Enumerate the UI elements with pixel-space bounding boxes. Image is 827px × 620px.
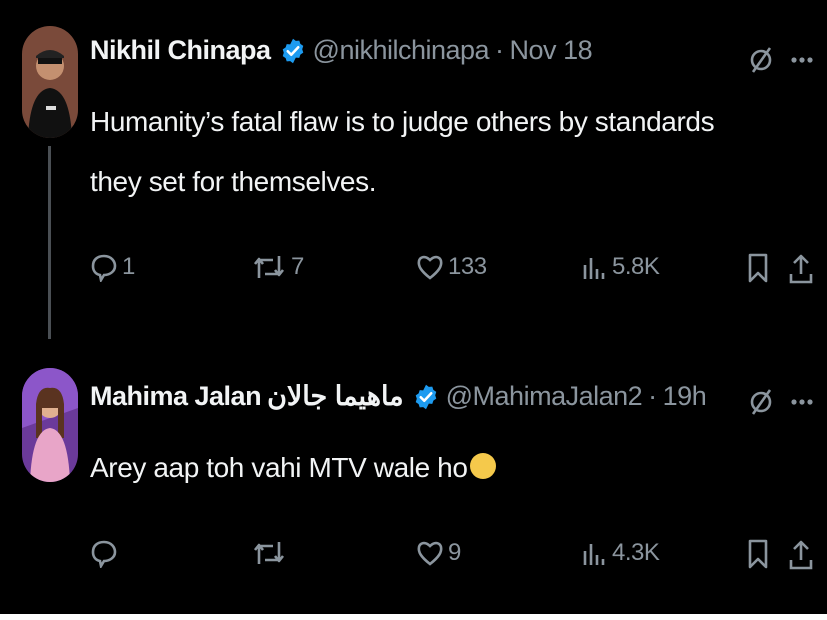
- share-icon: [789, 254, 813, 284]
- reply-count: 1: [122, 253, 135, 280]
- thread-line: [48, 146, 51, 339]
- grok-icon[interactable]: [748, 387, 774, 422]
- verified-badge-icon[interactable]: [279, 37, 307, 65]
- tweet-text: Humanity’s fatal flaw is to judge others…: [90, 106, 715, 197]
- tweet-header: Mahima Jalan ماھیما جالان @MahimaJalan2 …: [90, 381, 707, 412]
- more-icon[interactable]: [790, 387, 814, 422]
- reply-icon: [91, 254, 117, 282]
- emoji-icon: [469, 452, 496, 479]
- author-name[interactable]: Nikhil Chinapa: [90, 35, 271, 66]
- like-button[interactable]: 9: [416, 538, 461, 568]
- timestamp[interactable]: Nov 18: [510, 35, 593, 66]
- retweet-count: 7: [291, 253, 304, 280]
- like-icon: [417, 255, 443, 280]
- bookmark-button[interactable]: [746, 538, 770, 570]
- tweet-actions: 1 7 133 5.8K: [88, 252, 818, 292]
- more-icon[interactable]: [790, 45, 814, 80]
- tweet-2[interactable]: Mahima Jalan ماھیما جالان @MahimaJalan2 …: [0, 340, 827, 615]
- share-icon: [789, 540, 813, 570]
- retweet-icon: [253, 256, 285, 278]
- reply-icon: [91, 540, 117, 568]
- like-count: 9: [448, 539, 461, 566]
- author-handle[interactable]: @nikhilchinapa: [313, 35, 490, 66]
- timestamp[interactable]: 19h: [663, 381, 707, 412]
- avatar[interactable]: [22, 368, 78, 482]
- avatar[interactable]: [22, 26, 78, 138]
- like-button[interactable]: 133: [416, 252, 487, 282]
- views-icon: [583, 258, 605, 279]
- views-button[interactable]: 5.8K: [580, 252, 660, 282]
- tweet-actions: 9 4.3K: [88, 538, 818, 578]
- tweet-1[interactable]: Nikhil Chinapa @nikhilchinapa · Nov 18 H…: [0, 0, 827, 340]
- verified-badge-icon[interactable]: [412, 383, 440, 411]
- view-count: 5.8K: [612, 253, 660, 280]
- tweet-header: Nikhil Chinapa @nikhilchinapa · Nov 18: [90, 35, 593, 66]
- retweet-button[interactable]: [251, 538, 291, 568]
- grok-icon[interactable]: [748, 45, 774, 80]
- tweet-text: Arey aap toh vahi MTV wale ho: [90, 452, 468, 483]
- tweet-text-wrap: Arey aap toh vahi MTV wale ho: [90, 438, 496, 498]
- tweet-top-actions: [748, 387, 814, 422]
- reply-button[interactable]: [90, 538, 122, 568]
- share-button[interactable]: [788, 252, 814, 286]
- share-button[interactable]: [788, 538, 814, 572]
- author-name-extra[interactable]: ماھیما جالان: [267, 381, 404, 412]
- view-count: 4.3K: [612, 539, 660, 566]
- views-icon: [583, 544, 605, 565]
- tweet-top-actions: [748, 45, 814, 80]
- like-count: 133: [448, 253, 487, 280]
- author-handle[interactable]: @MahimaJalan2: [446, 381, 643, 412]
- views-button[interactable]: 4.3K: [580, 538, 660, 568]
- bookmark-icon: [748, 539, 768, 569]
- separator-dot: ·: [495, 35, 504, 65]
- retweet-icon: [253, 542, 285, 564]
- author-name[interactable]: Mahima Jalan: [90, 381, 262, 412]
- bottom-border: [0, 614, 827, 620]
- bookmark-button[interactable]: [746, 252, 770, 284]
- separator-dot: ·: [648, 381, 657, 411]
- reply-button[interactable]: 1: [90, 252, 135, 282]
- bookmark-icon: [748, 253, 768, 283]
- like-icon: [417, 541, 443, 566]
- retweet-button[interactable]: 7: [251, 252, 304, 282]
